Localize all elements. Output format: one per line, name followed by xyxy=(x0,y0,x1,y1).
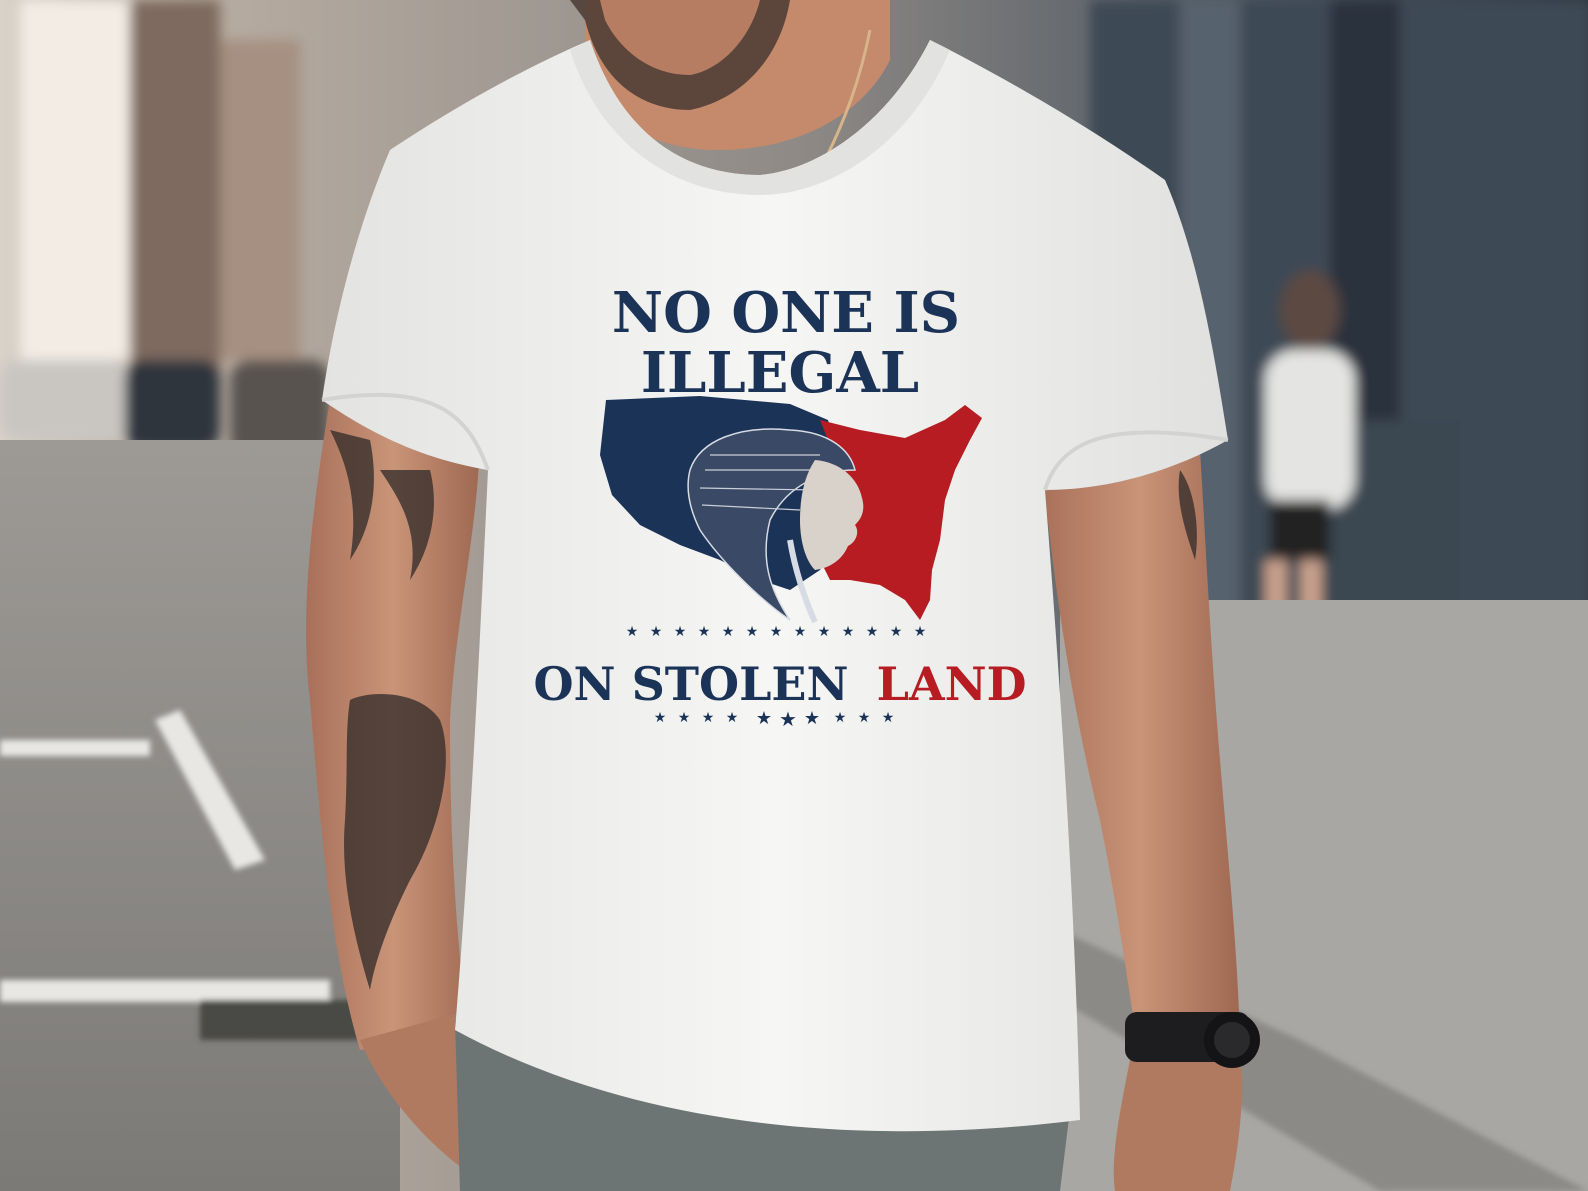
print-line-3-part2: LAND xyxy=(877,657,1027,711)
svg-text:★: ★ xyxy=(702,710,715,726)
print-line-3-part1: ON STOLEN xyxy=(533,657,848,711)
svg-text:★: ★ xyxy=(756,708,772,729)
svg-text:★: ★ xyxy=(770,624,783,640)
svg-text:★: ★ xyxy=(890,624,903,640)
print-line-2: ILLEGAL xyxy=(641,340,919,406)
svg-text:★: ★ xyxy=(804,708,820,729)
svg-text:★: ★ xyxy=(842,624,855,640)
svg-text:★: ★ xyxy=(882,710,895,726)
svg-text:★: ★ xyxy=(858,710,871,726)
svg-text:★: ★ xyxy=(626,624,639,640)
svg-text:★: ★ xyxy=(866,624,879,640)
svg-text:★: ★ xyxy=(678,710,691,726)
svg-text:★: ★ xyxy=(726,710,739,726)
svg-text:★: ★ xyxy=(746,624,759,640)
svg-text:★: ★ xyxy=(698,624,711,640)
print-line-3: ON STOLEN LAND xyxy=(533,657,1026,711)
watch-icon xyxy=(1125,1012,1260,1068)
svg-text:★: ★ xyxy=(818,624,831,640)
svg-text:★: ★ xyxy=(650,624,663,640)
svg-text:★: ★ xyxy=(779,707,797,731)
print-line-1: NO ONE IS xyxy=(612,280,960,346)
svg-text:★: ★ xyxy=(834,710,847,726)
tshirt-photo: NO ONE IS ILLEGAL ★ ★ ★ ★ ★ ★ ★ ★ ★ ★ ★ ★ ★ ON STO… xyxy=(0,0,1588,1191)
svg-text:★: ★ xyxy=(674,624,687,640)
svg-text:★: ★ xyxy=(794,624,807,640)
svg-text:★: ★ xyxy=(654,710,667,726)
svg-text:★: ★ xyxy=(914,624,927,640)
svg-text:★: ★ xyxy=(722,624,735,640)
